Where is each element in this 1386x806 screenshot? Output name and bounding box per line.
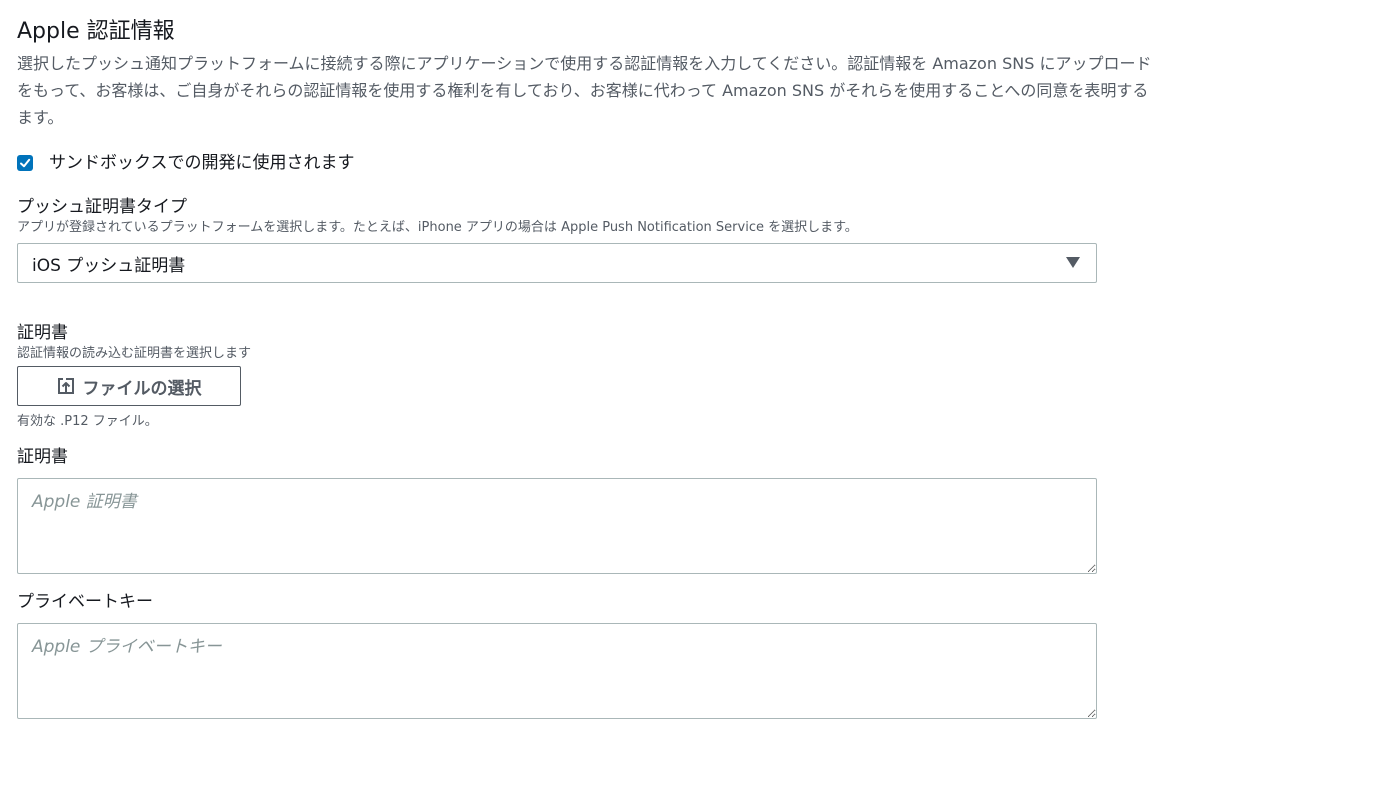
choose-file-button[interactable]: ファイルの選択 [17, 366, 241, 406]
private-key-field: プライベートキー [17, 590, 1386, 719]
file-constraint-text: 有効な .P12 ファイル。 [17, 414, 158, 429]
upload-icon [57, 377, 75, 395]
caret-down-icon [1066, 257, 1080, 268]
private-key-label: プライベートキー [17, 592, 153, 612]
push-cert-type-field: プッシュ証明書タイプ アプリが登録されているプラットフォームを選択します。たとえ… [17, 195, 1386, 283]
certificate-file-hint: 認証情報の読み込む証明書を選択します [17, 346, 252, 361]
certificate-field: 証明書 [17, 445, 1386, 574]
checkmark-icon [20, 158, 31, 168]
section-description-line-3: ます。 [17, 108, 64, 127]
sandbox-checkbox[interactable] [17, 155, 33, 171]
push-cert-type-selected-value: iOS プッシュ証明書 [32, 255, 186, 276]
apple-credentials-section: Apple 認証情報 選択したプッシュ通知プラットフォームに接続する際にアプリケ… [17, 16, 1386, 719]
push-cert-type-label: プッシュ証明書タイプ [17, 197, 187, 217]
choose-file-button-label: ファイルの選択 [82, 378, 202, 398]
private-key-textarea[interactable] [17, 623, 1097, 719]
sandbox-checkbox-label: サンドボックスでの開発に使用されます [49, 153, 355, 173]
section-title: Apple 認証情報 [17, 19, 175, 44]
certificate-file-field: 証明書 認証情報の読み込む証明書を選択します ファイルの選択 有効な .P12 … [17, 321, 1386, 431]
certificate-label: 証明書 [17, 447, 68, 467]
sandbox-checkbox-row[interactable]: サンドボックスでの開発に使用されます [17, 151, 1386, 175]
certificate-textarea[interactable] [17, 478, 1097, 574]
certificate-file-label: 証明書 [17, 323, 68, 343]
section-description-line-1: 選択したプッシュ通知プラットフォームに接続する際にアプリケーションで使用する認証… [17, 54, 1152, 73]
section-description-line-2: をもって、お客様は、ご自身がそれらの認証情報を使用する権利を有しており、お客様に… [17, 81, 1149, 100]
push-cert-type-hint: アプリが登録されているプラットフォームを選択します。たとえば、iPhone アプ… [17, 220, 858, 235]
push-cert-type-select[interactable]: iOS プッシュ証明書 [17, 243, 1097, 283]
